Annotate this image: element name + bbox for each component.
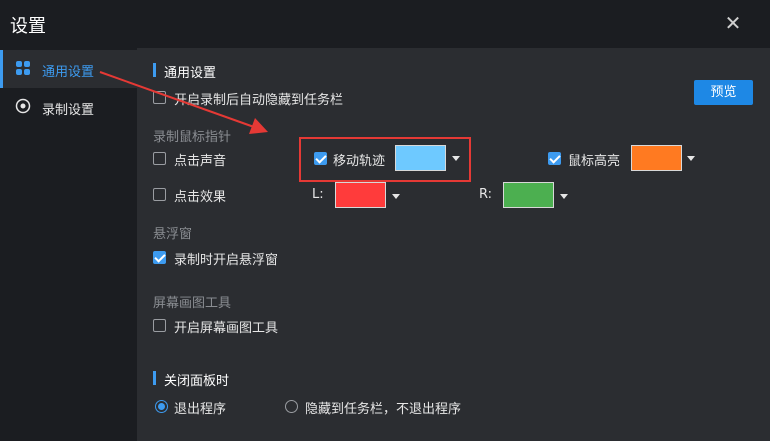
grid-icon — [16, 61, 30, 75]
right-click-label: R: — [479, 187, 493, 202]
auto-hide-checkbox[interactable] — [153, 91, 166, 104]
settings-panel: 通用设置 开启录制后自动隐藏到任务栏 预览 录制鼠标指针 点击声音 移动轨迹 鼠… — [137, 48, 770, 441]
close-icon[interactable]: ✕ — [720, 10, 746, 36]
right-click-color-swatch[interactable] — [503, 182, 554, 208]
sidebar-item-label: 录制设置 — [42, 103, 95, 118]
annotation-highlight-box — [299, 137, 471, 182]
exit-program-label: 退出程序 — [174, 402, 227, 417]
group-label-floating: 悬浮窗 — [153, 227, 193, 242]
right-click-color-dropdown-icon[interactable] — [560, 194, 568, 199]
screen-draw-checkbox[interactable] — [153, 319, 166, 332]
click-sound-label: 点击声音 — [174, 154, 227, 169]
section-title-general: 通用设置 — [164, 66, 217, 81]
title-bar: 设置 ✕ — [0, 0, 770, 48]
sidebar-item-general[interactable]: 通用设置 — [0, 50, 137, 88]
mouse-highlight-label: 鼠标高亮 — [568, 154, 621, 169]
mouse-highlight-color-swatch[interactable] — [631, 145, 682, 171]
click-sound-checkbox[interactable] — [153, 152, 166, 165]
screen-draw-label: 开启屏幕画图工具 — [174, 321, 279, 336]
record-icon — [15, 98, 31, 114]
floating-window-label: 录制时开启悬浮窗 — [174, 253, 279, 268]
group-label-pointer: 录制鼠标指针 — [153, 130, 232, 145]
mouse-highlight-checkbox[interactable] — [548, 152, 561, 165]
exit-program-radio[interactable] — [155, 400, 168, 413]
hide-to-taskbar-radio[interactable] — [285, 400, 298, 413]
section-marker — [153, 63, 156, 77]
mouse-highlight-color-dropdown-icon[interactable] — [687, 156, 695, 161]
click-effect-checkbox[interactable] — [153, 188, 166, 201]
sidebar: 通用设置 录制设置 — [0, 48, 137, 441]
section-marker — [153, 371, 156, 385]
left-click-color-swatch[interactable] — [335, 182, 386, 208]
left-click-color-dropdown-icon[interactable] — [392, 194, 400, 199]
click-effect-label: 点击效果 — [174, 190, 227, 205]
sidebar-item-label: 通用设置 — [42, 65, 95, 80]
group-label-screen-draw: 屏幕画图工具 — [153, 296, 232, 311]
left-click-label: L: — [312, 187, 324, 202]
floating-window-checkbox[interactable] — [153, 251, 166, 264]
auto-hide-label: 开启录制后自动隐藏到任务栏 — [174, 93, 344, 108]
section-title-close-panel: 关闭面板时 — [164, 374, 230, 389]
preview-button[interactable]: 预览 — [694, 80, 753, 105]
hide-to-taskbar-label: 隐藏到任务栏，不退出程序 — [305, 402, 462, 417]
sidebar-item-record[interactable]: 录制设置 — [0, 88, 137, 126]
window-title: 设置 — [10, 16, 46, 37]
